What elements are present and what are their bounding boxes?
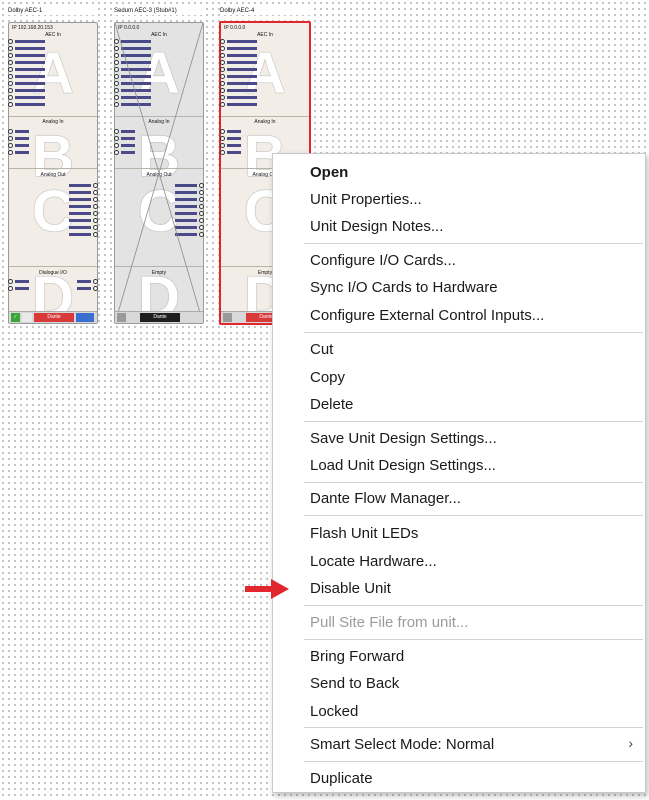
- menu-separator: [304, 605, 643, 606]
- channel-b3[interactable]: [220, 143, 263, 149]
- menu-item-open[interactable]: Open: [310, 164, 348, 182]
- menu-item-sync-io-cards[interactable]: Sync I/O Cards to Hardware: [310, 279, 498, 297]
- unit-body[interactable]: IP 0.0.0.0 AEC In A Analog In B Analog O…: [114, 22, 204, 327]
- channel-c2[interactable]: [55, 190, 98, 196]
- menu-separator: [304, 243, 643, 244]
- channel-c6[interactable]: [55, 218, 98, 224]
- menu-item-unit-design-notes[interactable]: Unit Design Notes...: [310, 218, 443, 236]
- menu-separator: [304, 639, 643, 640]
- menu-item-delete[interactable]: Delete: [310, 396, 353, 414]
- channel-a4[interactable]: [220, 60, 263, 66]
- channel-a3[interactable]: [220, 53, 263, 59]
- menu-separator: [304, 421, 643, 422]
- channel-a6[interactable]: [8, 74, 51, 80]
- menu-item-copy[interactable]: Copy: [310, 369, 345, 387]
- unit-footer: ✓ Dante: [9, 311, 97, 323]
- menu-item-send-to-back[interactable]: Send to Back: [310, 675, 399, 693]
- unit-ip: IP 0.0.0.0: [224, 25, 246, 31]
- unit-footer: Dante: [115, 311, 203, 323]
- channel-a8[interactable]: [8, 88, 51, 94]
- menu-separator: [304, 515, 643, 516]
- context-menu: Open Unit Properties... Unit Design Note…: [272, 153, 646, 793]
- menu-item-configure-io-cards[interactable]: Configure I/O Cards...: [310, 252, 456, 270]
- menu-item-pull-site-file: Pull Site File from unit...: [310, 614, 469, 631]
- channel-c4[interactable]: [55, 204, 98, 210]
- channel-a1[interactable]: [220, 39, 263, 45]
- menu-item-duplicate[interactable]: Duplicate: [310, 770, 373, 788]
- channel-b4[interactable]: [220, 150, 263, 156]
- channel-a7[interactable]: [220, 81, 263, 87]
- channel-b4[interactable]: [8, 150, 51, 156]
- dante-badge[interactable]: Dante: [34, 313, 74, 322]
- channel-d4[interactable]: [55, 286, 98, 292]
- menu-item-load-design-settings[interactable]: Load Unit Design Settings...: [310, 457, 496, 475]
- menu-item-unit-properties[interactable]: Unit Properties...: [310, 191, 422, 209]
- menu-item-cut[interactable]: Cut: [310, 341, 333, 359]
- device-unit-2[interactable]: Sedum AEC-3 (Stub#1) IP 0.0.0.0 AEC In A…: [114, 8, 204, 327]
- channel-a9[interactable]: [220, 95, 263, 101]
- menu-item-save-design-settings[interactable]: Save Unit Design Settings...: [310, 430, 497, 448]
- channel-a5[interactable]: [8, 67, 51, 73]
- unit-title: Sedum AEC-3 (Stub#1): [114, 8, 204, 15]
- channel-c5[interactable]: [55, 211, 98, 217]
- menu-item-bring-forward[interactable]: Bring Forward: [310, 648, 404, 666]
- channel-d1[interactable]: [8, 279, 51, 285]
- menu-separator: [304, 761, 643, 762]
- channel-b2[interactable]: [8, 136, 51, 142]
- unit-title: Dolby AEC-1: [8, 8, 98, 15]
- channel-b1[interactable]: [220, 129, 263, 135]
- status-indicator-icon: [117, 313, 126, 322]
- channel-a2[interactable]: [220, 46, 263, 52]
- unit-body[interactable]: IP 192.168.20.153 AEC In A Analog In B A…: [8, 22, 98, 327]
- channel-c7[interactable]: [55, 225, 98, 231]
- section-divider: [221, 116, 309, 117]
- menu-item-locate-hardware[interactable]: Locate Hardware...: [310, 553, 437, 571]
- section-a-header: AEC In: [45, 32, 61, 38]
- section-a-header: AEC In: [257, 32, 273, 38]
- channel-a10[interactable]: [220, 102, 263, 108]
- status-indicator-icon: [223, 313, 232, 322]
- channel-c1[interactable]: [55, 183, 98, 189]
- channel-d3[interactable]: [55, 279, 98, 285]
- menu-separator: [304, 482, 643, 483]
- channel-a9[interactable]: [8, 95, 51, 101]
- dante-badge[interactable]: Dante: [140, 313, 180, 322]
- section-divider: [9, 116, 97, 117]
- menu-separator: [304, 332, 643, 333]
- channel-b3[interactable]: [8, 143, 51, 149]
- menu-separator: [304, 727, 643, 728]
- channel-c8[interactable]: [55, 232, 98, 238]
- menu-item-dante-flow-manager[interactable]: Dante Flow Manager...: [310, 490, 461, 508]
- section-divider: [9, 168, 97, 169]
- channel-a2[interactable]: [8, 46, 51, 52]
- status-check-icon[interactable]: ✓: [11, 313, 20, 322]
- channel-a3[interactable]: [8, 53, 51, 59]
- channel-a6[interactable]: [220, 74, 263, 80]
- menu-item-disable-unit[interactable]: Disable Unit: [310, 580, 391, 598]
- menu-item-smart-select-mode[interactable]: Smart Select Mode: Normal: [310, 736, 494, 754]
- channel-a4[interactable]: [8, 60, 51, 66]
- menu-item-configure-external-control[interactable]: Configure External Control Inputs...: [310, 307, 544, 325]
- device-unit-1[interactable]: Dolby AEC-1 IP 192.168.20.153 AEC In A A…: [8, 8, 98, 327]
- menu-item-flash-unit-leds[interactable]: Flash Unit LEDs: [310, 525, 418, 543]
- channel-b1[interactable]: [8, 129, 51, 135]
- channel-c3[interactable]: [55, 197, 98, 203]
- channel-d2[interactable]: [8, 286, 51, 292]
- status-indicator-icon: [22, 313, 32, 322]
- channel-a5[interactable]: [220, 67, 263, 73]
- channel-a8[interactable]: [220, 88, 263, 94]
- disabled-cross-overlay: [115, 23, 203, 323]
- channel-a1[interactable]: [8, 39, 51, 45]
- annotation-arrow-icon: [245, 579, 289, 599]
- channel-a7[interactable]: [8, 81, 51, 87]
- menu-item-locked[interactable]: Locked: [310, 703, 358, 721]
- network-icon: [76, 313, 94, 322]
- channel-b2[interactable]: [220, 136, 263, 142]
- unit-title: Dolby AEC-4: [220, 8, 310, 15]
- unit-ip: IP 192.168.20.153: [12, 25, 53, 31]
- section-c-header: Analog Out: [40, 172, 66, 178]
- submenu-chevron-right-icon: ›: [628, 735, 633, 751]
- channel-a10[interactable]: [8, 102, 51, 108]
